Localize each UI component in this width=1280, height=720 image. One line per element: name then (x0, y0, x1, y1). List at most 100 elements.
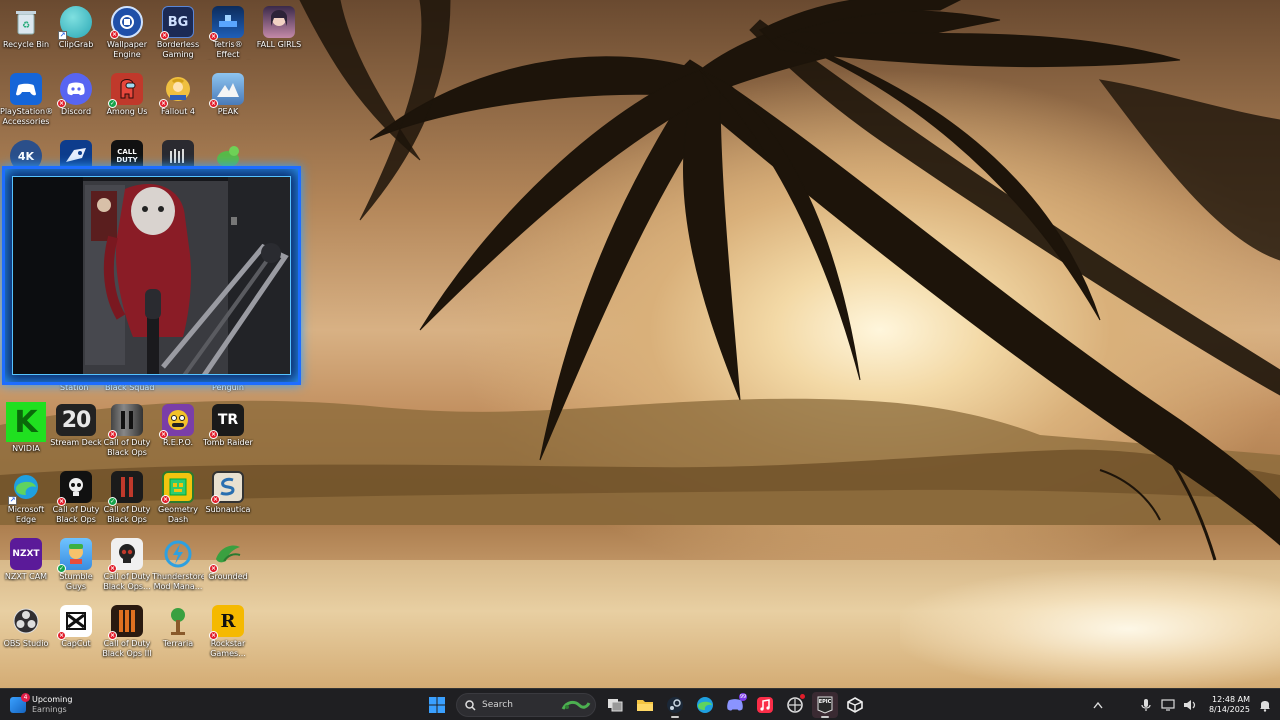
black-ops-3-icon: × (108, 605, 143, 640)
desktop-icon-terraria[interactable]: Terraria (152, 601, 204, 667)
borderless-gaming-icon: BG × (160, 6, 194, 40)
taskbar: 4 Upcoming Earnings Search 99 EPIC 12:48… (0, 688, 1280, 720)
show-hidden-icons-button[interactable] (1091, 698, 1105, 712)
clock[interactable]: 12:48 AM 8/14/2025 (1209, 695, 1250, 715)
desktop-icon-geometry-dash[interactable]: × Geometry Dash (152, 467, 204, 533)
tomb-raider-icon: TR × (209, 404, 244, 439)
desktop-icon-playstation-accessories[interactable]: PlayStation® Accessories (0, 69, 52, 135)
steam-button[interactable] (662, 692, 688, 718)
windows-start-icon (429, 697, 445, 713)
desktop-icon-black-ops[interactable]: × Call of Duty Black Ops (50, 467, 102, 533)
search-highlight-gecko-icon (561, 700, 591, 710)
monitor-network-icon (1161, 699, 1175, 711)
repo-icon: × (159, 404, 194, 439)
clipgrab-icon: ↗ (58, 6, 92, 40)
obs-studio-icon (10, 605, 42, 637)
tetris-effect-icon: × (209, 6, 244, 41)
desktop-icon-recycle-bin[interactable]: ♻ Recycle Bin (0, 2, 52, 68)
edge-button[interactable] (692, 692, 718, 718)
error-badge-icon: × (209, 99, 218, 108)
error-badge-icon: × (209, 564, 218, 573)
clock-date: 8/14/2025 (1208, 705, 1250, 714)
desktop-icon-stream-deck[interactable]: 20 Stream Deck (50, 400, 102, 466)
microphone-button[interactable] (1139, 698, 1153, 712)
error-badge-icon: × (57, 99, 66, 108)
nvidia-icon: K (6, 402, 46, 442)
desktop-icon-black-ops-skull[interactable]: × Call of Duty Black Ops... (101, 534, 153, 600)
desktop-icon-microsoft-edge[interactable]: ↗ Microsoft Edge (0, 467, 52, 533)
shortcut-arrow-icon: ↗ (58, 31, 67, 40)
widget-subtitle: Earnings (32, 705, 67, 714)
thunderstore-icon (162, 538, 194, 570)
chatgpt-button[interactable] (782, 692, 808, 718)
desktop-icon-borderless-gaming[interactable]: BG × Borderless Gaming (152, 2, 204, 68)
notifications-button[interactable] (1258, 698, 1272, 712)
black-ops-icon: × (57, 471, 92, 506)
speaker-icon (1183, 700, 1196, 710)
webcam-scene (13, 177, 290, 374)
desktop-icon-repo[interactable]: × R.E.P.O. (152, 400, 204, 466)
desktop-icon-nzxt-cam[interactable]: NZXT NZXT CAM (0, 534, 52, 600)
clock-time: 12:48 AM (1212, 695, 1250, 704)
taskbar-search-box[interactable]: Search (456, 693, 596, 717)
error-badge-icon: × (209, 430, 218, 439)
terraria-icon (162, 605, 194, 637)
desktop-icon-stumble-guys[interactable]: ✓ Stumble Guys (50, 534, 102, 600)
desktop-icon-among-us[interactable]: ✓ Among Us (101, 69, 153, 135)
desktop-icon-fallout-4[interactable]: × Fallout 4 (152, 69, 204, 135)
webcam-overlay[interactable] (2, 166, 301, 385)
desktop-icon-wallpaper-engine[interactable]: × Wallpaper Engine (101, 2, 153, 68)
epic-games-button[interactable]: EPIC (812, 692, 838, 718)
desktop-icon-obs-studio[interactable]: OBS Studio (0, 601, 52, 667)
discord-icon: × (57, 73, 92, 108)
unity-icon (847, 697, 863, 713)
wallpaper-engine-icon: × (110, 6, 143, 39)
task-view-button[interactable] (602, 692, 628, 718)
desktop-icon-black-ops-3[interactable]: × Call of Duty Black Ops III (101, 601, 153, 667)
desktop-icon-thunderstore[interactable]: Thunderstore Mod Mana... (152, 534, 204, 600)
volume-button[interactable] (1183, 698, 1197, 712)
webcam-feed (12, 176, 291, 375)
bell-icon (1260, 701, 1270, 712)
widget-count-badge: 4 (21, 693, 30, 702)
black-ops-2-alt-icon: ✓ (108, 471, 143, 506)
desktop-icon-capcut[interactable]: × CapCut (50, 601, 102, 667)
desktop-icon-peak[interactable]: × PEAK (202, 69, 254, 135)
desktop-icon-black-ops-2[interactable]: × Call of Duty Black Ops I... (101, 400, 153, 466)
recycle-bin-icon: ♻ (10, 6, 42, 38)
desktop-icon-nvidia[interactable]: K NVIDIA (0, 402, 52, 468)
error-badge-icon: × (57, 497, 66, 506)
black-ops-skull-icon: × (108, 538, 143, 573)
rockstar-games-icon: R × (209, 605, 244, 640)
desktop-icon-black-ops-2-alt[interactable]: ✓ Call of Duty Black Ops I... (101, 467, 153, 533)
stumble-guys-icon: ✓ (57, 538, 92, 573)
desktop-icon-grounded[interactable]: × Grounded (202, 534, 254, 600)
desktop-icon-clipgrab[interactable]: ↗ ClipGrab (50, 2, 102, 68)
file-explorer-button[interactable] (632, 692, 658, 718)
error-badge-icon: × (160, 31, 169, 40)
edge-icon: ↗ (8, 471, 42, 505)
microphone-icon (1141, 699, 1151, 711)
widgets-button[interactable]: 4 Upcoming Earnings (10, 693, 72, 717)
unity-button[interactable] (842, 692, 868, 718)
desktop-icon-rockstar-games[interactable]: R × Rockstar Games... (202, 601, 254, 667)
task-view-icon (608, 699, 623, 712)
discord-button[interactable]: 99 (722, 692, 748, 718)
desktop-icon-discord[interactable]: × Discord (50, 69, 102, 135)
steam-icon (667, 697, 683, 713)
desktop-icon-tetris-effect[interactable]: × Tetris® Effect Connected (202, 2, 254, 68)
error-badge-icon: × (57, 631, 66, 640)
stream-deck-icon: 20 (56, 404, 96, 436)
desktop-icon-tomb-raider[interactable]: TR × Tomb Raider (202, 400, 254, 466)
error-badge-icon: × (110, 30, 119, 39)
start-button[interactable] (424, 692, 450, 718)
svg-text:♻: ♻ (22, 21, 30, 31)
desktop-icon-subnautica[interactable]: × Subnautica (202, 467, 254, 533)
desktop-icon-fall-girls[interactable]: FALL GIRLS (253, 2, 305, 68)
apple-music-button[interactable] (752, 692, 778, 718)
widget-title: Upcoming (32, 695, 73, 704)
network-button[interactable] (1161, 698, 1175, 712)
file-explorer-icon (637, 700, 653, 711)
capcut-icon: × (57, 605, 92, 640)
search-label: Search (482, 700, 513, 710)
